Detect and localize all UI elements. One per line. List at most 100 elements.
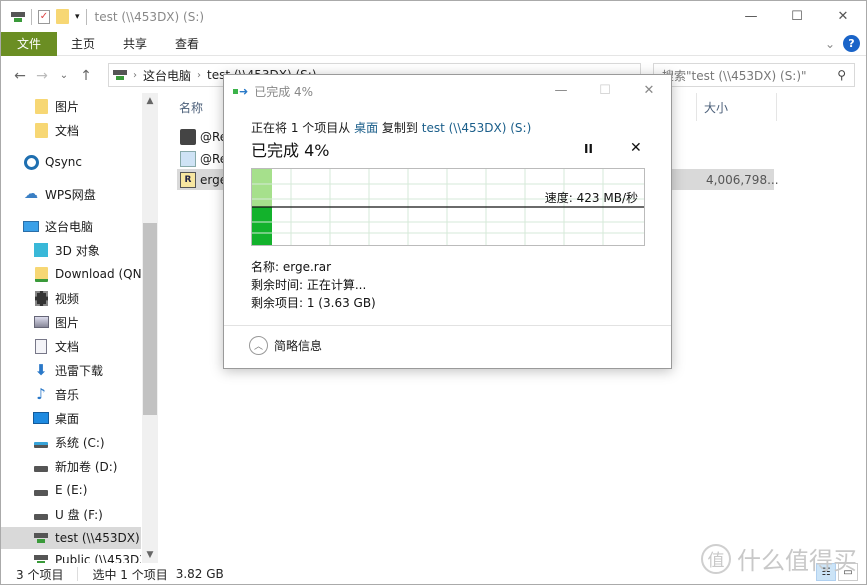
navigation-pane: 图片 文档 Qsync ☁ WPS网盘 这台电脑 3D 对象 Download (QN 视频 图片… <box>1 93 158 563</box>
window-title: test (\\453DX) (S:) <box>94 9 205 24</box>
new-folder-icon[interactable] <box>56 9 69 24</box>
tab-home[interactable]: 主页 <box>57 35 109 52</box>
sidebar-item[interactable]: E (E:) <box>1 479 141 501</box>
sidebar-item[interactable]: ☁ WPS网盘 <box>1 183 141 205</box>
copy-description-prefix: 正在将 1 个项目从 <box>251 121 355 135</box>
transfer-speed-graph: 速度: 423 MB/秒 <box>251 168 645 246</box>
sidebar-item-label: 3D 对象 <box>55 243 100 258</box>
column-divider[interactable] <box>776 93 777 121</box>
sidebar-item-label: 图片 <box>55 315 80 330</box>
sidebar-item-label: 文档 <box>55 339 80 354</box>
file-name-info: 名称: erge.rar <box>251 260 331 274</box>
ribbon-right: ⌄ ? <box>825 35 860 52</box>
tab-share[interactable]: 共享 <box>109 35 161 52</box>
network-drive-icon <box>113 70 127 80</box>
sidebar-item[interactable]: Public (\\453DX) <box>1 549 141 563</box>
sidebar-item[interactable]: Qsync <box>1 151 141 173</box>
sidebar-item-label: 文档 <box>55 123 80 138</box>
sidebar-item-label: 这台电脑 <box>45 219 94 234</box>
cloud-icon: ☁ <box>24 186 38 202</box>
pictures-icon <box>33 314 49 330</box>
watermark-logo-icon: 值 <box>701 543 731 574</box>
search-icon[interactable]: ⚲ <box>837 68 846 82</box>
recording-icon <box>180 129 196 145</box>
maximize-button[interactable]: ☐ <box>774 1 820 32</box>
sidebar-scrollbar[interactable]: ▲ ▼ <box>142 93 158 563</box>
divider <box>31 8 32 25</box>
scrollbar-thumb[interactable] <box>143 223 157 415</box>
copy-progress-dialog: ➜ 已完成 4% — ☐ ✕ 正在将 1 个项目从 桌面 复制到 test (\… <box>223 74 672 369</box>
sidebar-item[interactable]: 这台电脑 <box>1 215 141 237</box>
file-row[interactable]: @Re <box>177 148 227 170</box>
search-input[interactable]: 搜索"test (\\453DX) (S:)" ⚲ <box>653 63 855 87</box>
sidebar-item[interactable]: 图片 <box>1 95 141 117</box>
sidebar-item[interactable]: 桌面 <box>1 407 141 429</box>
help-icon[interactable]: ? <box>843 35 860 52</box>
copy-description-mid: 复制到 <box>378 121 422 135</box>
scroll-up-icon[interactable]: ▲ <box>142 93 158 109</box>
forward-button[interactable]: → <box>31 68 53 84</box>
divider <box>77 567 79 581</box>
sidebar-item[interactable]: test (\\453DX) <box>1 527 141 549</box>
sidebar-item-label: Public (\\453DX) <box>55 553 141 563</box>
expand-ribbon-icon[interactable]: ⌄ <box>825 37 835 51</box>
scroll-down-icon[interactable]: ▼ <box>142 547 158 563</box>
up-button[interactable]: ↑ <box>75 68 97 84</box>
download-folder-icon <box>33 266 49 282</box>
destination-link[interactable]: test (\\453DX) (S:) <box>422 121 532 135</box>
column-header-name[interactable]: 名称 <box>179 99 203 116</box>
watermark-text: 什么值得买 <box>737 547 857 575</box>
sidebar-item-label: 新加卷 (D:) <box>55 459 118 474</box>
cancel-button[interactable]: ✕ <box>630 140 642 156</box>
dialog-close-button[interactable]: ✕ <box>627 75 671 105</box>
dialog-window-controls: — ☐ ✕ <box>539 75 671 105</box>
source-link[interactable]: 桌面 <box>354 121 378 135</box>
sidebar-item-label: Download (QN <box>55 267 141 281</box>
network-drive-icon <box>33 530 49 546</box>
desktop-icon <box>33 410 49 426</box>
computer-icon <box>23 218 39 234</box>
sidebar-item[interactable]: 文档 <box>1 119 141 141</box>
folder-icon <box>33 122 49 138</box>
dialog-maximize-button: ☐ <box>599 82 611 98</box>
file-row[interactable]: R erge <box>177 169 227 191</box>
sidebar-item[interactable]: 3D 对象 <box>1 239 141 261</box>
selected-size: 3.82 GB <box>175 567 224 581</box>
dialog-title-bar: ➜ 已完成 4% <box>233 83 313 100</box>
back-button[interactable]: ← <box>9 68 31 84</box>
sidebar-item[interactable]: 系统 (C:) <box>1 431 141 453</box>
sidebar-item[interactable]: 图片 <box>1 311 141 333</box>
music-icon: ♪ <box>36 385 46 403</box>
properties-icon[interactable]: ✓ <box>38 9 50 24</box>
sidebar-item-label: E (E:) <box>55 483 88 497</box>
column-divider[interactable] <box>696 93 697 121</box>
sidebar-item[interactable]: ♪ 音乐 <box>1 383 141 405</box>
file-row[interactable]: @Re <box>177 126 227 148</box>
less-details-toggle[interactable]: ︿ 简略信息 <box>249 336 322 355</box>
breadcrumb-this-pc[interactable]: 这台电脑 <box>143 67 191 84</box>
recent-locations-button[interactable]: ⌄ <box>53 70 75 81</box>
chevron-right-icon: › <box>133 69 137 81</box>
sidebar-item[interactable]: U 盘 (F:) <box>1 503 141 525</box>
qsync-icon <box>23 154 39 170</box>
sidebar-item[interactable]: ⬇ 迅雷下载 <box>1 359 141 381</box>
customize-toolbar-icon[interactable]: ▾ <box>75 12 80 22</box>
rar-archive-icon: R <box>180 172 196 188</box>
pause-button[interactable]: II <box>584 142 593 156</box>
close-button[interactable]: ✕ <box>820 1 866 32</box>
network-drive-icon <box>11 11 25 22</box>
tab-view[interactable]: 查看 <box>161 35 213 52</box>
time-remaining-info: 剩余时间: 正在计算... <box>251 278 367 292</box>
documents-icon <box>33 338 49 354</box>
dialog-minimize-button[interactable]: — <box>539 75 583 105</box>
sidebar-item[interactable]: 新加卷 (D:) <box>1 455 141 477</box>
minimize-button[interactable]: — <box>728 1 774 32</box>
sidebar-item[interactable]: Download (QN <box>1 263 141 285</box>
sidebar-item[interactable]: 文档 <box>1 335 141 357</box>
drive-icon <box>33 482 49 498</box>
column-header-size[interactable]: 大小 <box>704 99 728 116</box>
sidebar-item[interactable]: 视频 <box>1 287 141 309</box>
tab-file[interactable]: 文件 <box>1 31 57 56</box>
dialog-title: 已完成 4% <box>254 85 314 99</box>
item-count: 3 个项目 <box>16 567 64 582</box>
